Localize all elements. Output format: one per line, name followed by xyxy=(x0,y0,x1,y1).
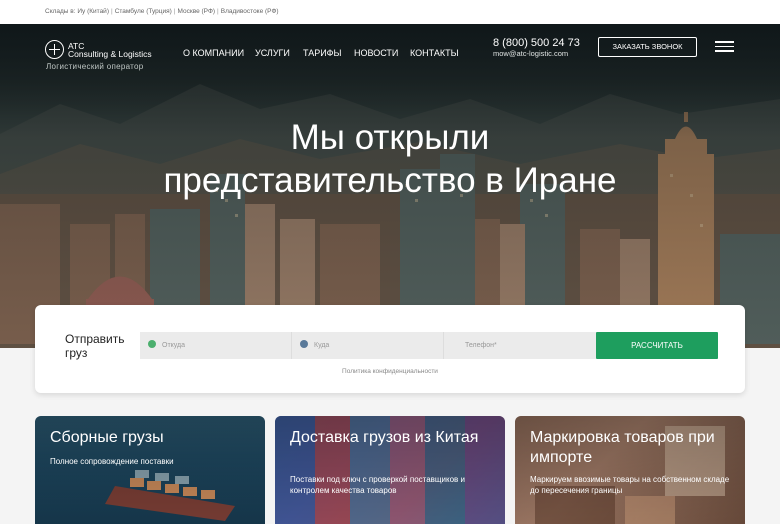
hero-title-line1: Мы открыли xyxy=(290,118,490,157)
nav-item-tariffs[interactable]: ТАРИФЫ xyxy=(303,48,341,58)
separator: | xyxy=(110,8,113,15)
card-description: Маркируем ввозимые товары на собственном… xyxy=(530,475,730,495)
hamburger-menu-icon[interactable] xyxy=(715,41,734,52)
warehouse-location[interactable]: Москве (РФ) xyxy=(178,8,216,15)
from-field[interactable]: Откуда xyxy=(140,332,292,359)
form-label: Отправить груз xyxy=(65,332,125,360)
from-placeholder: Откуда xyxy=(162,342,186,349)
service-card-consolidated[interactable]: Сборные грузы Полное сопровождение поста… xyxy=(35,416,265,524)
email-address[interactable]: mow@atc-logistic.com xyxy=(493,49,568,58)
hero-title-line2: представительство в Иране xyxy=(163,161,617,200)
nav-item-contacts[interactable]: КОНТАКТЫ xyxy=(410,48,459,58)
warehouse-location[interactable]: Стамбуле (Турция) xyxy=(115,8,172,15)
card-title: Доставка грузов из Китая xyxy=(290,429,479,446)
card-title: Сборные грузы xyxy=(50,429,164,446)
location-pin-icon xyxy=(300,340,308,348)
phone-number[interactable]: 8 (800) 500 24 73 xyxy=(493,37,580,49)
separator: | xyxy=(217,8,219,15)
card-description: Поставки под ключ с проверкой поставщико… xyxy=(290,475,465,495)
phone-placeholder: Телефон* xyxy=(465,342,497,349)
top-strip: Склады в: Иу (Китай) | Стамбуле (Турция) | М… xyxy=(0,0,780,24)
shipment-form: Отправить груз Откуда Куда Телефон* РАСС… xyxy=(35,305,745,393)
privacy-policy-link[interactable]: Политика конфиденциальности xyxy=(35,368,745,375)
nav-item-news[interactable]: НОВОСТИ xyxy=(354,48,398,58)
hero-title: Мы открыли представительство в Иране xyxy=(0,116,780,202)
warehouse-location[interactable]: Владивостоке (РФ) xyxy=(221,8,279,15)
hero-banner: ATC Consulting & Logistics Логистический… xyxy=(0,24,780,348)
nav-item-services[interactable]: УСЛУГИ xyxy=(255,48,290,58)
to-field[interactable]: Куда xyxy=(292,332,444,359)
card-description: Полное сопровождение поставки xyxy=(50,457,174,466)
globe-icon xyxy=(45,40,64,59)
logo-tagline: Consulting & Logistics xyxy=(68,49,152,59)
phone-field[interactable]: Телефон* xyxy=(444,332,596,359)
to-placeholder: Куда xyxy=(314,342,330,349)
service-card-marking[interactable]: Маркировка товаров при импорте Маркируем… xyxy=(515,416,745,524)
service-card-china[interactable]: Доставка грузов из Китая Поставки под кл… xyxy=(275,416,505,524)
nav-item-about[interactable]: О КОМПАНИИ xyxy=(183,48,244,58)
calculate-button[interactable]: РАССЧИТАТЬ xyxy=(596,332,718,359)
warehouse-location[interactable]: Склады в: Иу (Китай) xyxy=(45,8,109,15)
location-pin-icon xyxy=(148,340,156,348)
card-title: Маркировка товаров при импорте xyxy=(530,429,715,466)
separator: | xyxy=(173,8,176,15)
logo-subtitle: Логистический оператор xyxy=(46,62,144,71)
order-call-button[interactable]: ЗАКАЗАТЬ ЗВОНОК xyxy=(598,37,697,57)
